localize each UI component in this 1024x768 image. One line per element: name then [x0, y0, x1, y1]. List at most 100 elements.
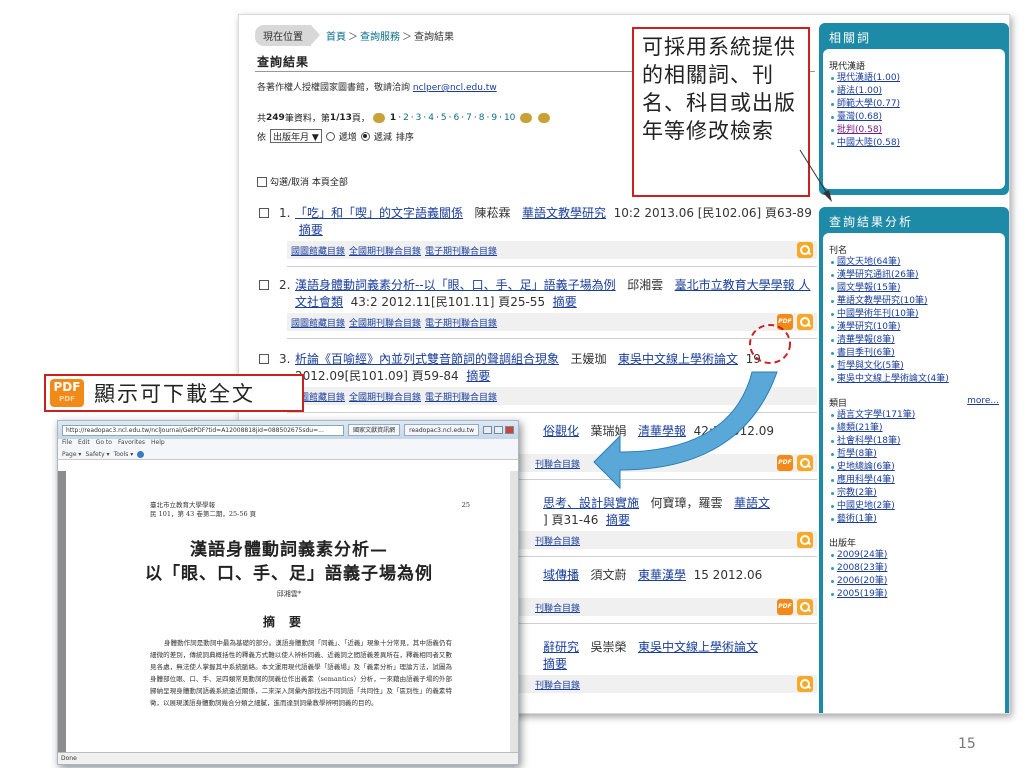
page-link-8[interactable]: 8 — [479, 113, 485, 123]
last-page-icon[interactable] — [538, 112, 551, 123]
menu-edit[interactable]: Edit — [78, 439, 90, 449]
search-icon[interactable] — [797, 676, 813, 692]
help-icon[interactable] — [137, 450, 145, 458]
subject-facet-link[interactable]: 總類(21筆) — [831, 422, 999, 435]
menu-help[interactable]: Help — [151, 439, 165, 449]
year-facet-link[interactable]: 2008(23筆) — [831, 562, 999, 575]
breadcrumb-home-link[interactable]: 首頁 — [326, 28, 346, 43]
abstract-link[interactable]: 摘要 — [466, 369, 490, 383]
result-title-link[interactable]: 俗觀化 — [543, 424, 579, 438]
union-catalog-link[interactable]: 刊聯合目錄 — [535, 601, 580, 614]
result-title-link[interactable]: 辭研究 — [543, 640, 579, 654]
page-link-1[interactable]: 1 — [390, 113, 396, 123]
journal-facet-link[interactable]: 國文天地(64筆) — [831, 256, 999, 269]
union-catalog-link[interactable]: 刊聯合目錄 — [535, 457, 580, 470]
journal-facet-link[interactable]: 國文學報(15筆) — [831, 282, 999, 295]
sort-asc-radio[interactable] — [325, 131, 335, 141]
result-journal-link[interactable]: 華語文 — [734, 496, 770, 510]
sort-field-select[interactable]: 出版年月 ▼ — [270, 129, 322, 143]
subject-facet-link[interactable]: 哲學(8筆) — [831, 448, 999, 461]
union-catalog-link[interactable]: 刊聯合目錄 — [535, 534, 580, 547]
journal-facet-link[interactable]: 東吳中文線上學術論文(4筆) — [831, 373, 987, 386]
menu-favorites[interactable]: Favorites — [118, 439, 145, 449]
union-catalog-link[interactable]: 全國期刊聯合目錄 — [349, 316, 421, 329]
subject-facet-link[interactable]: 藝術(1筆) — [831, 513, 999, 526]
breadcrumb-service-link[interactable]: 查詢服務 — [360, 28, 400, 43]
result-checkbox[interactable] — [259, 208, 269, 218]
search-icon[interactable] — [797, 532, 813, 548]
subject-facet-link[interactable]: 應用科學(4筆) — [831, 474, 999, 487]
ncl-catalog-link[interactable]: 國圖館藏目錄 — [291, 244, 345, 257]
ncl-catalog-link[interactable]: 國圖館藏目錄 — [291, 316, 345, 329]
journal-facet-link[interactable]: 書目季刊(6筆) — [831, 347, 999, 360]
union-catalog-link[interactable]: 全國期刊聯合目錄 — [349, 244, 421, 257]
minimize-icon[interactable] — [483, 426, 492, 434]
pdf-icon[interactable]: PDF — [777, 314, 793, 330]
result-journal-link[interactable]: 東華漢學 — [638, 568, 686, 582]
related-term-link[interactable]: 師範大學(0.77) — [831, 98, 999, 111]
journal-facet-link[interactable]: 清華學報(8筆) — [831, 334, 999, 347]
close-icon[interactable] — [505, 426, 514, 434]
ejournal-catalog-link[interactable]: 電子期刊聯合目錄 — [425, 244, 497, 257]
related-term-link[interactable]: 臺灣(0.68) — [831, 111, 999, 124]
search-icon[interactable] — [797, 242, 813, 258]
result-journal-link[interactable]: 東吳中文線上學術論文 — [638, 640, 758, 654]
search-icon[interactable] — [797, 455, 813, 471]
year-facet-link[interactable]: 2005(19筆) — [831, 588, 999, 601]
page-link-9[interactable]: 9 — [491, 113, 497, 123]
related-term-link[interactable]: 現代漢語(1.00) — [831, 72, 999, 85]
address-bar[interactable]: http://readopac3.ncl.edu.tw/nclJournal/G… — [62, 424, 345, 436]
result-checkbox[interactable] — [259, 354, 269, 364]
abstract-link[interactable]: 摘要 — [553, 295, 577, 309]
first-page-icon[interactable] — [372, 112, 385, 123]
result-title-link[interactable]: 「吃」和「喫」的文字語義關係 — [295, 206, 463, 220]
page-link-7[interactable]: 7 — [466, 113, 472, 123]
browser-tab[interactable]: 國家文獻資訊網 — [348, 424, 401, 436]
page-link-6[interactable]: 6 — [454, 113, 460, 123]
journal-facet-link[interactable]: 哲學與文化(5筆) — [831, 360, 999, 373]
related-term-link[interactable]: 中國大陸(0.58) — [831, 137, 999, 150]
next-page-icon[interactable] — [520, 112, 533, 123]
check-all-checkbox[interactable] — [257, 176, 267, 187]
year-facet-link[interactable]: 2009(24筆) — [831, 549, 999, 562]
journal-facet-link[interactable]: 中國學術年刊(10筆) — [831, 308, 999, 321]
pdf-icon[interactable]: PDF — [777, 455, 793, 471]
abstract-link[interactable]: 摘要 — [543, 657, 567, 671]
page-link-3[interactable]: 3 — [416, 113, 422, 123]
pdf-icon[interactable]: PDF — [777, 599, 793, 615]
subject-facet-link[interactable]: 宗教(2筆) — [831, 487, 999, 500]
menu-file[interactable]: File — [62, 439, 72, 449]
search-icon[interactable] — [797, 599, 813, 615]
subject-facet-link[interactable]: 史地總論(6筆) — [831, 461, 999, 474]
result-checkbox[interactable] — [259, 280, 269, 290]
more-subjects-link[interactable]: more... — [967, 396, 999, 409]
maximize-icon[interactable] — [494, 426, 503, 434]
result-title-link[interactable]: 域傳播 — [543, 568, 579, 582]
safety-menu[interactable]: Safety ▾ — [85, 451, 109, 458]
pdf-scrollbar[interactable] — [510, 471, 518, 754]
result-title-link[interactable]: 漢語身體動詞義素分析--以「眼、口、手、足」語義子場為例 — [295, 278, 616, 292]
result-journal-link[interactable]: 華語文教學研究 — [522, 206, 606, 220]
related-term-link[interactable]: 批判(0.58) — [831, 124, 999, 137]
ejournal-catalog-link[interactable]: 電子期刊聯合目錄 — [425, 390, 497, 403]
browser-tab-active[interactable]: readopac3.ncl.edu.tw — [404, 424, 479, 436]
subject-facet-link[interactable]: 社會科學(18筆) — [831, 435, 999, 448]
subject-facet-link[interactable]: 中國史地(2筆) — [831, 500, 999, 513]
union-catalog-link[interactable]: 全國期刊聯合目錄 — [349, 390, 421, 403]
page-link-2[interactable]: 2 — [403, 113, 409, 123]
journal-facet-link[interactable]: 漢學研究通訊(26筆) — [831, 269, 999, 282]
journal-facet-link[interactable]: 漢學研究(10筆) — [831, 321, 999, 334]
subject-facet-link[interactable]: 語言文字學(171筆) — [831, 409, 999, 422]
page-link-10[interactable]: 10 — [504, 113, 515, 123]
abstract-link[interactable]: 摘要 — [299, 223, 323, 237]
journal-facet-link[interactable]: 華語文教學研究(10筆) — [831, 295, 999, 308]
result-journal-link[interactable]: 東吳中文線上學術論文 — [618, 352, 738, 366]
menu-goto[interactable]: Go to — [96, 439, 112, 449]
page-link-4[interactable]: 4 — [428, 113, 434, 123]
tools-menu[interactable]: Tools ▾ — [114, 451, 134, 458]
sort-desc-radio[interactable] — [360, 131, 370, 141]
year-facet-link[interactable]: 2006(20筆) — [831, 575, 999, 588]
page-link-5[interactable]: 5 — [441, 113, 447, 123]
result-title-link[interactable]: 析論《百喻經》內並列式雙音節詞的聲調組合現象 — [295, 352, 559, 366]
result-title-link[interactable]: 思考、設計與實施 — [543, 496, 639, 510]
